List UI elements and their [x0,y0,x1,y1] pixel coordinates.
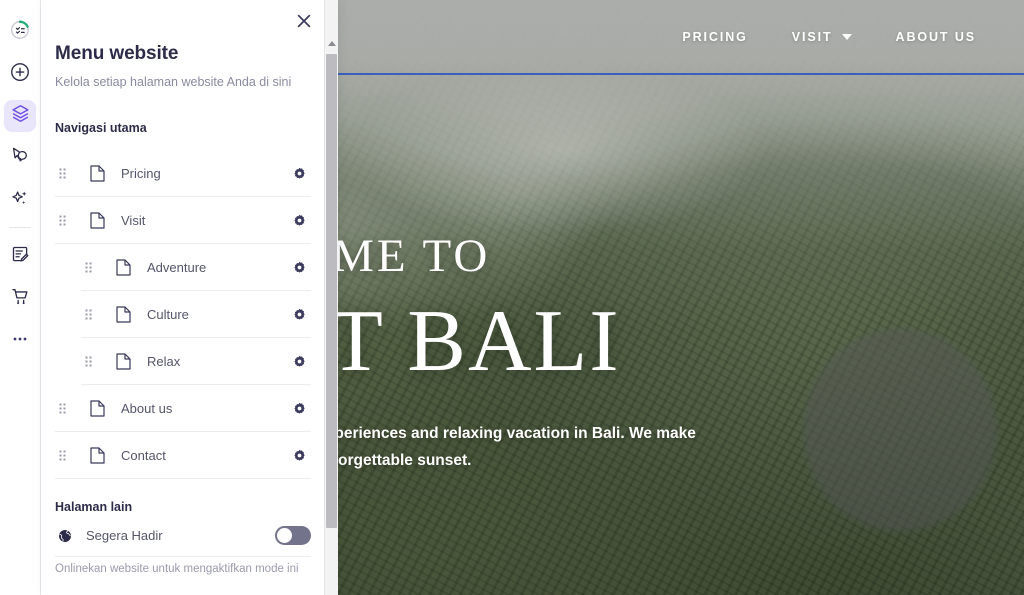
gear-icon[interactable] [287,260,311,275]
rail-item-pages[interactable] [4,100,36,132]
gear-icon[interactable] [287,166,311,181]
drag-handle-icon[interactable] [55,449,69,461]
scrollbar-thumb[interactable] [326,54,337,528]
menu-row-relax[interactable]: Relax [81,338,311,385]
coming-soon-hint: Onlinekan website untuk mengaktifkan mod… [55,563,299,575]
toggle-knob [277,528,292,543]
chevron-down-icon [841,34,852,40]
drag-handle-icon[interactable] [55,167,69,179]
nav-item-pricing-label: PRICING [682,30,748,44]
nav-item-visit-label: VISIT [791,30,833,44]
page-document-icon [83,399,111,417]
cursor-chat-icon [9,145,31,172]
page-document-icon [109,305,137,323]
chevron-up-icon [327,40,336,46]
menu-row-label: Visit [121,212,146,228]
gear-icon[interactable] [287,448,311,463]
drag-handle-icon[interactable] [81,355,95,367]
nav-item-pricing[interactable]: PRICING [682,30,747,44]
page-document-icon [109,352,137,370]
gear-icon[interactable] [287,213,311,228]
drag-handle-icon[interactable] [55,214,69,226]
rail-item-more[interactable] [4,325,36,357]
panel-subtitle: Kelola setiap halaman website Anda di si… [55,75,292,89]
globe-icon [55,528,75,544]
menu-row-about-us[interactable]: About us [55,385,311,432]
menu-row-label: Pricing [121,165,161,181]
gear-icon[interactable] [287,307,311,322]
page-document-icon [109,258,137,276]
progress-checklist-icon [9,19,31,46]
rail-item-add[interactable] [4,58,36,90]
menu-row-label: Adventure [147,259,207,275]
menu-row-label: Culture [147,306,189,322]
section-selection-rule [338,73,1024,75]
drag-handle-icon[interactable] [81,308,95,320]
website-menu-panel: Menu website Kelola setiap halaman websi… [41,0,338,595]
rail-item-ai[interactable] [4,184,36,216]
page-document-icon [83,211,111,229]
rail-item-forms[interactable] [4,241,36,273]
panel-title: Menu website [55,43,179,64]
rail-item-store[interactable] [4,283,36,315]
app-root: PRICING VISIT ABOUT US WELCOME TO VISIT … [0,0,1024,595]
other-pages-section-label: Halaman lain [55,500,133,514]
nav-item-about-us[interactable]: ABOUT US [896,30,976,44]
left-icon-rail [0,0,41,595]
nav-item-about-us-label: ABOUT US [895,30,976,44]
sparkle-ai-icon [9,187,31,214]
nav-item-visit[interactable]: VISIT [792,30,852,44]
menu-item-list: Pricing Visit Adventure Culture Relax Ab… [55,150,311,479]
rail-item-progress[interactable] [4,16,36,48]
menu-row-culture[interactable]: Culture [81,291,311,338]
coming-soon-row[interactable]: Segera Hadir [55,521,311,550]
nav-section-label: Navigasi utama [55,121,147,135]
drag-handle-icon[interactable] [81,261,95,273]
menu-row-label: Relax [147,353,181,369]
layers-icon [10,103,31,129]
menu-row-adventure[interactable]: Adventure [81,244,311,291]
menu-row-visit[interactable]: Visit [55,197,311,244]
shopping-cart-icon [10,286,31,312]
page-document-icon [83,164,111,182]
more-options-icon [10,329,30,354]
other-separator [55,556,311,557]
menu-row-contact[interactable]: Contact [55,432,311,479]
add-circle-icon [9,61,31,88]
gear-icon[interactable] [287,401,311,416]
coming-soon-toggle[interactable] [275,526,311,545]
scrollbar-up-button[interactable] [325,36,338,50]
gear-icon[interactable] [287,354,311,369]
menu-row-label: About us [121,400,173,416]
coming-soon-label: Segera Hadir [86,528,163,543]
close-panel-button[interactable] [292,11,316,35]
drag-handle-icon[interactable] [55,402,69,414]
form-edit-icon [10,244,31,270]
close-icon [296,13,312,34]
menu-row-label: Contact [121,447,166,463]
page-document-icon [83,446,111,464]
rail-divider [9,227,31,228]
rail-item-interactions[interactable] [4,142,36,174]
panel-scrollbar[interactable] [324,0,338,595]
menu-row-pricing[interactable]: Pricing [55,150,311,197]
